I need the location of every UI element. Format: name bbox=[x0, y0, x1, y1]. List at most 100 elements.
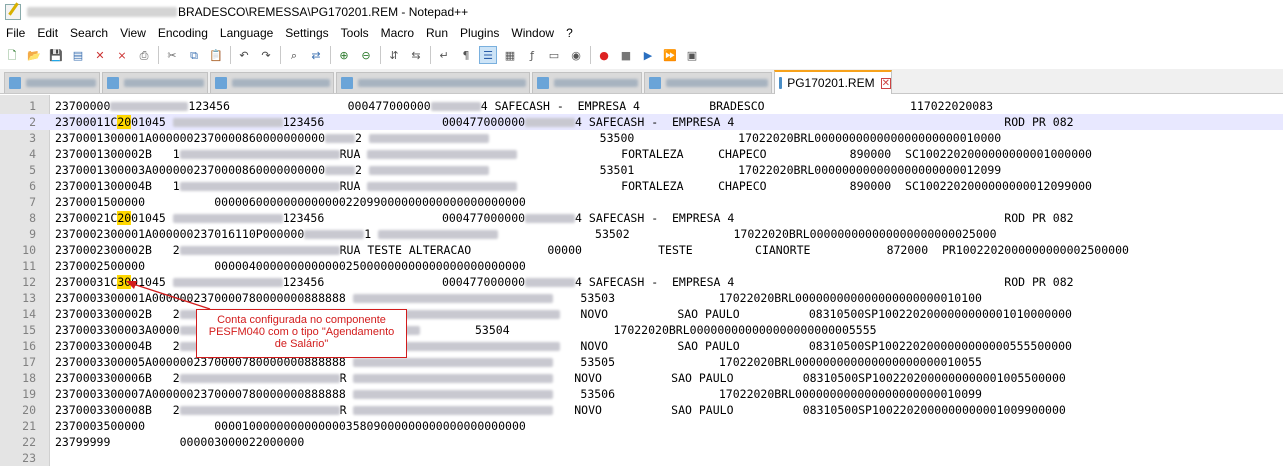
menu-search[interactable]: Search bbox=[64, 26, 114, 40]
editor-line[interactable]: 9 2370002300001A000000237016110P000000 1 5… bbox=[0, 226, 1283, 242]
line-number: 7 bbox=[29, 195, 36, 209]
redacted-text bbox=[368, 166, 489, 175]
tab-redacted-6[interactable] bbox=[644, 72, 772, 93]
file-icon bbox=[9, 77, 21, 89]
menu-edit[interactable]: Edit bbox=[31, 26, 64, 40]
redo-icon[interactable]: ↷ bbox=[257, 46, 275, 64]
sync-horizontal-icon[interactable]: ⇆ bbox=[407, 46, 425, 64]
run-macro-multiple-icon[interactable]: ⏩ bbox=[661, 46, 679, 64]
stop-macro-icon[interactable]: ■ bbox=[617, 46, 635, 64]
editor-line[interactable]: 16 2370003300004B 2 NOVO SAO PAULO 083105… bbox=[0, 338, 1283, 354]
folder-workspace-icon[interactable]: ▭ bbox=[545, 46, 563, 64]
indent-guide-icon[interactable]: ☰ bbox=[479, 46, 497, 64]
doc-map-icon[interactable]: ▦ bbox=[501, 46, 519, 64]
menu-help[interactable]: ? bbox=[560, 26, 579, 40]
editor-line[interactable]: 23 bbox=[0, 450, 1283, 466]
undo-icon[interactable]: ↶ bbox=[235, 46, 253, 64]
close-icon[interactable]: ✕ bbox=[91, 46, 109, 64]
editor-line[interactable]: 20 2370003300008B 2 R NOVO SAO PAULO 08310… bbox=[0, 402, 1283, 418]
menu-plugins[interactable]: Plugins bbox=[454, 26, 505, 40]
menu-encoding[interactable]: Encoding bbox=[152, 26, 214, 40]
tab-redacted-2[interactable] bbox=[102, 72, 208, 93]
line-text: 23700031C3001045 123456 000477000000 4 SA… bbox=[55, 274, 1074, 290]
function-list-icon[interactable]: ƒ bbox=[523, 46, 541, 64]
print-icon[interactable]: ⎙ bbox=[135, 46, 153, 64]
word-wrap-icon[interactable]: ↵ bbox=[435, 46, 453, 64]
text-segment: RUA TESTE ALTERACAO 00000 TESTE CIANORTE… bbox=[339, 243, 1129, 257]
sync-vertical-icon[interactable]: ⇵ bbox=[385, 46, 403, 64]
redacted-text bbox=[352, 358, 553, 367]
save-macro-icon[interactable]: ▣ bbox=[683, 46, 701, 64]
zoom-in-icon[interactable]: ⊕ bbox=[335, 46, 353, 64]
editor-line[interactable]: 21 2370003500000 000010000000000000035809… bbox=[0, 418, 1283, 434]
show-all-chars-icon[interactable]: ¶ bbox=[457, 46, 475, 64]
record-macro-icon[interactable]: ● bbox=[595, 46, 613, 64]
line-text: 2370001300001A0000002370000860000000000 2… bbox=[55, 130, 1001, 146]
line-text: 23700011C2001045 123456 000477000000 4 SA… bbox=[55, 114, 1074, 130]
paste-icon[interactable]: 📋 bbox=[207, 46, 225, 64]
redacted-text bbox=[353, 374, 554, 383]
editor-line[interactable]: 3 2370001300001A0000002370000860000000000… bbox=[0, 130, 1283, 146]
text-segment: 53502 17022020BRL00000000000000000000002… bbox=[498, 227, 997, 241]
line-number: 23 bbox=[22, 451, 36, 465]
line-text: 2370001300002B 1 RUA FORTALEZA CHAPECO 89… bbox=[55, 146, 1092, 162]
menu-window[interactable]: Window bbox=[505, 26, 560, 40]
tab-active-file[interactable]: PG170201.REM ✕ bbox=[774, 70, 892, 94]
tab-redacted-1[interactable] bbox=[4, 72, 100, 93]
close-all-icon[interactable]: ⨯ bbox=[113, 46, 131, 64]
tab-redacted-5[interactable] bbox=[532, 72, 642, 93]
editor-line[interactable]: 17 2370003300005A000000237000078000000088… bbox=[0, 354, 1283, 370]
monitor-icon[interactable]: ◉ bbox=[567, 46, 585, 64]
close-tab-icon[interactable]: ✕ bbox=[880, 77, 891, 89]
line-number: 22 bbox=[22, 435, 36, 449]
editor-line[interactable]: 14 2370003300002B 2 NOVO SAO PAULO 083105… bbox=[0, 306, 1283, 322]
menu-file[interactable]: File bbox=[0, 26, 31, 40]
menu-language[interactable]: Language bbox=[214, 26, 279, 40]
menu-settings[interactable]: Settings bbox=[279, 26, 334, 40]
replace-icon[interactable]: ⇄ bbox=[307, 46, 325, 64]
highlighted-code: 30 bbox=[117, 275, 132, 289]
find-icon[interactable]: ⌕ bbox=[285, 46, 303, 64]
file-icon bbox=[649, 77, 661, 89]
text-segment: 01045 bbox=[131, 115, 173, 129]
new-file-icon[interactable]: 🗋 bbox=[3, 46, 21, 64]
open-file-icon[interactable]: 📂 bbox=[25, 46, 43, 64]
editor-line[interactable]: 1 23700000 123456 000477000000 4 SAFECASH -… bbox=[0, 98, 1283, 114]
editor-line[interactable]: 6 2370001300004B 1 RUA FORTALEZA CHAPECO 8… bbox=[0, 178, 1283, 194]
editor-line[interactable]: 18 2370003300006B 2 R NOVO SAO PAULO 08310… bbox=[0, 370, 1283, 386]
text-segment: 01045 bbox=[131, 275, 173, 289]
editor-line[interactable]: 15 2370003300003A0000 53504 17022020BRL00… bbox=[0, 322, 1283, 338]
text-segment: 123456 000477000000 bbox=[188, 99, 431, 113]
editor-line[interactable]: 2 23700011C2001045 123456 000477000000 4 S… bbox=[0, 114, 1283, 130]
menu-macro[interactable]: Macro bbox=[375, 26, 420, 40]
text-segment: 2370003300007A00000023700007800000008888… bbox=[55, 387, 353, 401]
annotation-callout: Conta configurada no componente PESFM040… bbox=[196, 309, 407, 358]
menu-tools[interactable]: Tools bbox=[335, 26, 375, 40]
editor-line[interactable]: 11 2370002500000 000004000000000000025000… bbox=[0, 258, 1283, 274]
toolbar-separator bbox=[380, 46, 381, 64]
editor-line[interactable]: 5 2370001300003A0000002370000860000000000… bbox=[0, 162, 1283, 178]
editor-line[interactable]: 4 2370001300002B 1 RUA FORTALEZA CHAPECO 8… bbox=[0, 146, 1283, 162]
editor-area[interactable]: 1 23700000 123456 000477000000 4 SAFECASH -… bbox=[0, 95, 1283, 466]
menu-run[interactable]: Run bbox=[420, 26, 454, 40]
cut-icon[interactable]: ✂ bbox=[163, 46, 181, 64]
tab-redacted-4[interactable] bbox=[336, 72, 530, 93]
editor-line[interactable]: 22 23799999 000003000022000000 bbox=[0, 434, 1283, 450]
editor-line[interactable]: 7 2370001500000 0000060000000000000220990… bbox=[0, 194, 1283, 210]
editor-line[interactable]: 10 2370002300002B 2 RUA TESTE ALTERACAO 00… bbox=[0, 242, 1283, 258]
play-macro-icon[interactable]: ▶ bbox=[639, 46, 657, 64]
editor-line[interactable]: 8 23700021C2001045 123456 000477000000 4 S… bbox=[0, 210, 1283, 226]
copy-icon[interactable]: ⧉ bbox=[185, 46, 203, 64]
editor-line[interactable]: 12 23700031C3001045 123456 000477000000 4 … bbox=[0, 274, 1283, 290]
tab-redacted-3[interactable] bbox=[210, 72, 334, 93]
editor-line[interactable]: 19 2370003300007A000000237000078000000088… bbox=[0, 386, 1283, 402]
redacted-text bbox=[179, 150, 340, 159]
menu-view[interactable]: View bbox=[114, 26, 152, 40]
save-icon[interactable]: 💾 bbox=[47, 46, 65, 64]
text-segment: 2370001300004B 1 bbox=[55, 179, 180, 193]
zoom-out-icon[interactable]: ⊖ bbox=[357, 46, 375, 64]
line-number: 1 bbox=[29, 99, 36, 113]
editor-line[interactable]: 13 2370003300001A000000237000078000000088… bbox=[0, 290, 1283, 306]
line-text: 2370002500000 00000400000000000002500000… bbox=[55, 258, 526, 274]
save-all-icon[interactable]: ▤ bbox=[69, 46, 87, 64]
